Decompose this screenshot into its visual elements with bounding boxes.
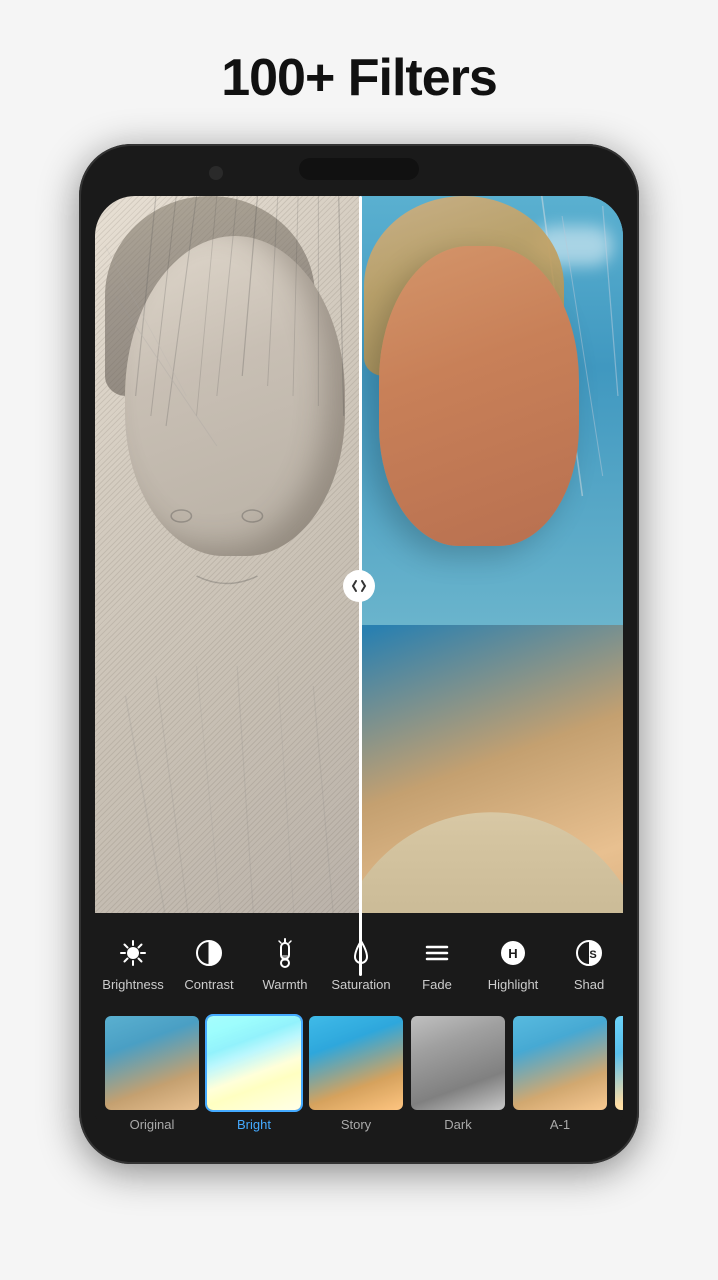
- filter-original-thumb: [103, 1014, 201, 1112]
- phone-notch: [299, 158, 419, 180]
- fade-icon: [419, 935, 455, 971]
- shadow-icon: S: [571, 935, 607, 971]
- filter-bright-thumb: [205, 1014, 303, 1112]
- warmth-tool[interactable]: Warmth: [247, 931, 323, 996]
- color-side: [359, 196, 623, 976]
- shadow-tool[interactable]: S Shad: [551, 931, 623, 996]
- filter-original-label: Original: [130, 1117, 175, 1132]
- fade-label: Fade: [422, 977, 452, 992]
- filter-sk1[interactable]: SK-1: [613, 1014, 623, 1132]
- filter-story-label: Story: [341, 1117, 371, 1132]
- highlight-label: Highlight: [488, 977, 539, 992]
- filter-a1-thumb: [511, 1014, 609, 1112]
- warmth-icon: [267, 935, 303, 971]
- svg-text:H: H: [508, 946, 517, 961]
- saturation-label: Saturation: [331, 977, 390, 992]
- phone-mockup: Brightness Contrast: [79, 144, 639, 1164]
- sketch-side: [95, 196, 359, 976]
- filter-strip: Original Bright Story: [95, 1006, 623, 1148]
- filter-dark-label: Dark: [444, 1117, 471, 1132]
- filter-bright[interactable]: Bright: [205, 1014, 303, 1132]
- photo-area[interactable]: [95, 196, 623, 976]
- filter-sk1-thumb: [613, 1014, 623, 1112]
- contrast-label: Contrast: [184, 977, 233, 992]
- phone-camera: [209, 166, 223, 180]
- shadow-label: Shad: [574, 977, 604, 992]
- filter-a1[interactable]: A-1: [511, 1014, 609, 1132]
- brightness-tool[interactable]: Brightness: [95, 931, 171, 996]
- phone-screen: Brightness Contrast: [95, 196, 623, 1148]
- filter-original[interactable]: Original: [103, 1014, 201, 1132]
- svg-text:S: S: [589, 949, 596, 961]
- contrast-tool[interactable]: Contrast: [171, 931, 247, 996]
- filter-dark-thumb: [409, 1014, 507, 1112]
- filter-bright-label: Bright: [237, 1117, 271, 1132]
- filter-story[interactable]: Story: [307, 1014, 405, 1132]
- filter-a1-label: A-1: [550, 1117, 570, 1132]
- fade-tool[interactable]: Fade: [399, 931, 475, 996]
- filter-story-thumb: [307, 1014, 405, 1112]
- contrast-icon: [191, 935, 227, 971]
- divider-handle[interactable]: [343, 570, 375, 602]
- warmth-label: Warmth: [262, 977, 307, 992]
- brightness-icon: [115, 935, 151, 971]
- brightness-label: Brightness: [102, 977, 163, 992]
- filter-dark[interactable]: Dark: [409, 1014, 507, 1132]
- highlight-icon: H: [495, 935, 531, 971]
- phone-shell: Brightness Contrast: [79, 144, 639, 1164]
- page-title: 100+ Filters: [221, 48, 497, 108]
- highlight-tool[interactable]: H Highlight: [475, 931, 551, 996]
